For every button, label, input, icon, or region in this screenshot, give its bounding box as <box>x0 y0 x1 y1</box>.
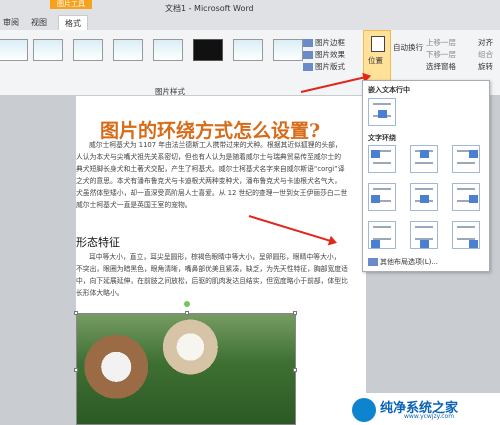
site-watermark: 纯净系统之家 www.ycwjzy.com <box>346 393 500 425</box>
position-bottom-right-option[interactable] <box>452 221 480 249</box>
detail-line-1: 耳中等大小，直立，耳尖呈圆形，棕褐色眼睛中等大小，呈卵圆形，眼睛中等大小， <box>89 253 341 261</box>
position-bottom-left-option[interactable] <box>368 221 396 249</box>
document-paragraph-line-3: 典犬短脚长身犬和土著犬交配，产生了柯基犬。威尔士柯基犬名字来自威尔斯语“corg… <box>76 165 345 173</box>
rotate-handle[interactable] <box>184 301 190 307</box>
picture-effects-button[interactable]: 图片效果 <box>303 49 345 60</box>
detail-line-3: 中，向下延展延伸，在前肢之间放松，后驱的肌肉发达且结实，但宽度略小于前部，体型比 <box>76 277 348 285</box>
position-icon <box>371 36 385 52</box>
more-layout-options-item[interactable]: 其他布局选项(L)... <box>368 257 486 269</box>
selection-pane-button[interactable]: 选择窗格 <box>426 61 456 72</box>
watermark-url: www.ycwjzy.com <box>404 413 455 420</box>
position-middle-right-option[interactable] <box>452 183 480 211</box>
rotate-button[interactable]: 旋转 <box>478 61 493 72</box>
ribbon-tabs-bar: 图片工具 文档1 - Microsoft Word 审阅 视图 格式 <box>0 0 500 31</box>
align-button[interactable]: 对齐 <box>478 37 493 48</box>
position-top-right-option[interactable] <box>452 145 480 173</box>
resize-handle-middle-left[interactable] <box>74 368 78 372</box>
picture-style-thumbnail-2[interactable] <box>33 39 63 61</box>
document-paragraph-line-6: 威尔士柯基犬一直是英国王室的宠物。 <box>76 201 192 209</box>
position-dropdown-menu: 嵌入文本行中 文字环绕 其他布局选项(L)... <box>362 80 490 272</box>
document-paragraph-line-5: 犬虽然体型矮小，却一直深受高阶层人士喜爱。从 12 世纪的查理一世到女王伊丽莎白… <box>76 189 348 197</box>
picture-style-thumbnail-7[interactable] <box>233 39 263 61</box>
detail-line-2: 不突出，眼圈为暗黑色，眼角清晰，嘴鼻部优美且紧凑，缺乏，为先天性特征，胸部宽度适 <box>76 265 348 273</box>
corgi-photo[interactable] <box>74 301 297 425</box>
position-top-left-option[interactable] <box>368 145 396 173</box>
layout-options-icon <box>368 258 378 266</box>
picture-tools-context-label: 图片工具 <box>50 0 92 9</box>
section-title: 形态特征 <box>76 236 120 249</box>
picture-style-thumbnail-8[interactable] <box>273 39 303 61</box>
position-middle-center-option[interactable] <box>410 183 438 211</box>
tab-view[interactable]: 视图 <box>31 17 47 28</box>
resize-handle-top-center[interactable] <box>185 311 189 315</box>
picture-style-thumbnail-6[interactable] <box>193 39 223 61</box>
tab-review[interactable]: 审阅 <box>3 17 19 28</box>
position-middle-left-option[interactable] <box>368 183 396 211</box>
document-paragraph-line-1: 威尔士柯基犬为 1107 年由法兰德斯工人携带过来的犬种。根据其近似狐狸的头部， <box>89 141 342 149</box>
wrap-section-label: 文字环绕 <box>368 134 396 142</box>
picture-border-icon <box>303 39 313 47</box>
inline-with-text-option[interactable] <box>368 98 396 126</box>
bring-forward-button[interactable]: 上移一层 <box>426 37 456 48</box>
position-bottom-center-option[interactable] <box>410 221 438 249</box>
tab-format[interactable]: 格式 <box>58 15 88 31</box>
document-paragraph-line-4: 之犬的意思。本犬有潘布鲁克犬与卡迪根犬两种变种犬，潘布鲁克犬与卡迪根犬名气大， <box>76 177 342 185</box>
picture-style-thumbnail-4[interactable] <box>113 39 143 61</box>
site-logo-icon <box>352 398 376 422</box>
send-backward-button[interactable]: 下移一层 <box>426 49 456 60</box>
picture-layout-icon <box>303 63 313 71</box>
resize-handle-top-left[interactable] <box>74 311 78 315</box>
picture-style-thumbnail-1[interactable] <box>0 39 28 61</box>
picture-style-thumbnail-3[interactable] <box>73 39 103 61</box>
inline-section-label: 嵌入文本行中 <box>368 86 410 94</box>
picture-border-button[interactable]: 图片边框 <box>303 37 345 48</box>
picture-layout-button[interactable]: 图片版式 <box>303 61 345 72</box>
document-paragraph-line-2: 人认为本犬与尖嘴犬祖先关系密切，但也有人认为是随着威尔士与瑞典贸易传至威尔士的 <box>76 153 342 161</box>
resize-handle-middle-right[interactable] <box>293 368 297 372</box>
picture-style-thumbnail-5[interactable] <box>153 39 183 61</box>
picture-effects-icon <box>303 51 313 59</box>
resize-handle-top-right[interactable] <box>293 311 297 315</box>
wrap-text-button[interactable]: 自动换行 <box>393 42 423 53</box>
group-button[interactable]: 组合 <box>478 49 493 60</box>
window-title: 文档1 - Microsoft Word <box>165 4 254 13</box>
position-top-center-option[interactable] <box>410 145 438 173</box>
page-title: 图片的环绕方式怎么设置? <box>100 120 321 142</box>
detail-line-4: 长形体大略小。 <box>76 289 124 297</box>
